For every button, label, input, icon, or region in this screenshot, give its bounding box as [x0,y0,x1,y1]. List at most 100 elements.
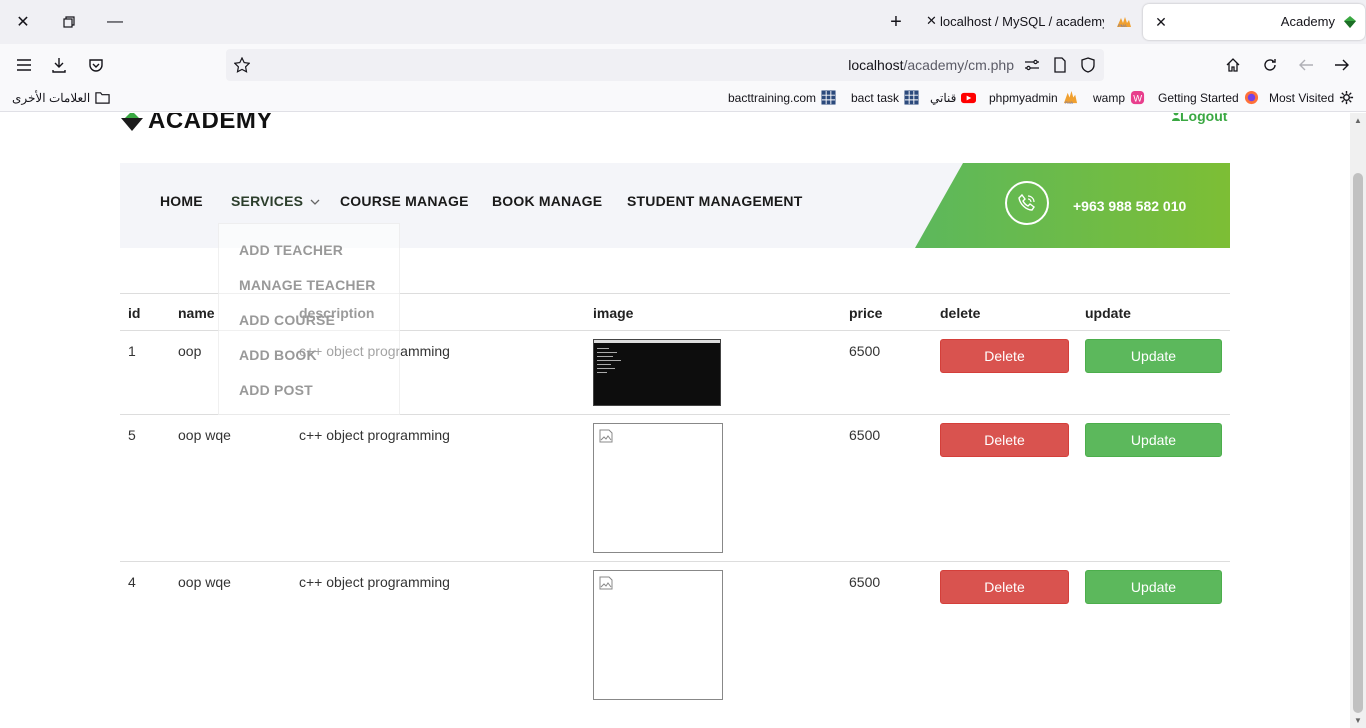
header-price: price [849,305,883,321]
bookmark-phpmyadmin[interactable]: phpmyadmin PMA [989,90,1078,105]
cell-id: 1 [128,343,136,359]
header-delete: delete [940,305,981,321]
bookmark-label: phpmyadmin [989,90,1058,105]
wamp-icon: W [1130,90,1145,105]
menu-student-management[interactable]: STUDENT MANAGEMENT [627,193,802,209]
phone-icon[interactable] [1005,181,1049,225]
dropdown-add-teacher[interactable]: ADD TEACHER [239,242,343,258]
user-icon [1172,113,1180,121]
menu-course-manage[interactable]: COURSE MANAGE [340,193,469,209]
back-arrow-icon[interactable] [1293,52,1319,78]
logo-text: ACADEMY [148,113,273,134]
broken-image-icon [599,576,613,590]
bookmark-wamp[interactable]: wamp W [1093,90,1145,105]
forward-arrow-icon[interactable] [1329,52,1355,78]
grid-icon [821,90,836,105]
dropdown-add-course[interactable]: ADD COURSE [239,312,335,328]
cell-image [593,423,723,553]
update-button[interactable]: Update [1085,339,1222,373]
svg-text:PMA: PMA [1065,101,1074,105]
tab-title: localhost / MySQL / academy / [940,14,1104,29]
tab-close-icon[interactable]: ✕ [926,13,937,29]
cell-name: oop wqe [178,427,231,443]
cell-image [593,339,723,406]
tab-academy[interactable]: ✕ Academy [1143,4,1365,40]
table-row: 5 oop wqe c++ object programming 6500 De… [120,415,1230,562]
bookmark-star-icon[interactable] [232,55,252,75]
broken-image [593,423,723,553]
firefox-icon [1244,90,1258,105]
reader-view-icon[interactable] [1050,55,1070,75]
pma-icon: PMA [1117,17,1131,28]
permissions-icon[interactable] [1022,55,1042,75]
menu-book-manage[interactable]: BOOK MANAGE [492,193,602,209]
delete-button[interactable]: Delete [940,423,1069,457]
new-tab-button[interactable]: + [884,10,908,34]
delete-button[interactable]: Delete [940,570,1069,604]
bookmark-my-channel[interactable]: قناتي [930,90,977,105]
menu-services[interactable]: SERVICES [231,193,320,209]
cell-name: oop wqe [178,574,231,590]
scroll-thumb[interactable] [1353,173,1363,713]
diamond-logo-icon [121,113,143,131]
downloads-icon[interactable] [46,52,72,78]
menu-services-label: SERVICES [231,193,304,209]
bookmarks-toolbar: Most Visited Getting Started wamp W phpm… [0,86,1366,112]
tab-phpmyadmin[interactable]: ✕ localhost / MySQL / academy / PMA [926,4,1136,40]
bookmark-label: قناتي [930,90,957,105]
bookmark-bact-task[interactable]: bact task [851,90,919,105]
bookmark-label: bacttraining.com [728,90,817,105]
cell-image [593,570,723,700]
header-name: name [178,305,215,321]
site-logo[interactable]: ACADEMY [120,113,273,135]
tab-close-icon[interactable]: ✕ [1151,12,1171,32]
scroll-down-icon[interactable]: ▼ [1353,716,1363,725]
bookmark-most-visited[interactable]: Most Visited [1269,90,1354,105]
url-host: localhost [848,57,904,73]
cell-id: 4 [128,574,136,590]
pocket-icon[interactable] [83,52,109,78]
cell-price: 6500 [849,574,881,590]
dropdown-manage-teacher[interactable]: MANAGE TEACHER [239,277,376,293]
url-path: /academy/cm.php [903,57,1015,73]
bookmark-label: Most Visited [1269,90,1335,105]
table-row: 4 oop wqe c++ object programming 6500 De… [120,562,1230,709]
minimize-window-icon[interactable]: — [101,8,129,36]
dropdown-add-post[interactable]: ADD POST [239,382,313,398]
phone-banner: +963 988 582 010 [915,163,1230,248]
bookmark-other-bookmarks[interactable]: العلامات الأخرى [12,90,110,105]
bookmark-label: bact task [851,90,900,105]
logout-link[interactable]: Logout [1172,113,1227,124]
close-window-icon[interactable]: ✕ [9,8,37,36]
phone-number[interactable]: +963 988 582 010 [1073,198,1186,214]
url-bar[interactable]: localhost/academy/cm.php [226,49,1104,81]
update-button[interactable]: Update [1085,423,1222,457]
bookmark-getting-started[interactable]: Getting Started [1158,90,1259,105]
tab-bar: ✕ — + ✕ localhost / MySQL / academy / PM… [0,0,1366,44]
menu-home[interactable]: HOME [160,193,203,209]
bookmark-bacttraining[interactable]: bacttraining.com [728,90,836,105]
bookmark-label: Getting Started [1158,90,1239,105]
grid-icon [904,90,919,105]
page-scrollbar[interactable]: ▲ ▼ [1350,113,1366,728]
services-dropdown: ADD TEACHER MANAGE TEACHER ADD COURSE AD… [218,223,400,415]
header-image: image [593,305,634,321]
course-image-thumbnail [593,339,721,406]
scroll-up-icon[interactable]: ▲ [1353,116,1363,125]
menu-icon[interactable] [11,52,37,78]
update-button[interactable]: Update [1085,570,1222,604]
reload-icon[interactable] [1257,52,1283,78]
bookmark-label: العلامات الأخرى [12,90,91,105]
delete-button[interactable]: Delete [940,339,1069,373]
shield-icon[interactable] [1078,55,1098,75]
broken-image [593,570,723,700]
home-icon[interactable] [1220,52,1246,78]
broken-image-icon [599,429,613,443]
restore-window-icon[interactable] [55,8,83,36]
dropdown-add-book[interactable]: ADD BOOK [239,347,317,363]
folder-icon [95,92,110,104]
youtube-icon [961,92,977,104]
cell-price: 6500 [849,427,881,443]
cell-description: c++ object programming [299,574,450,590]
chevron-down-icon [310,199,320,205]
